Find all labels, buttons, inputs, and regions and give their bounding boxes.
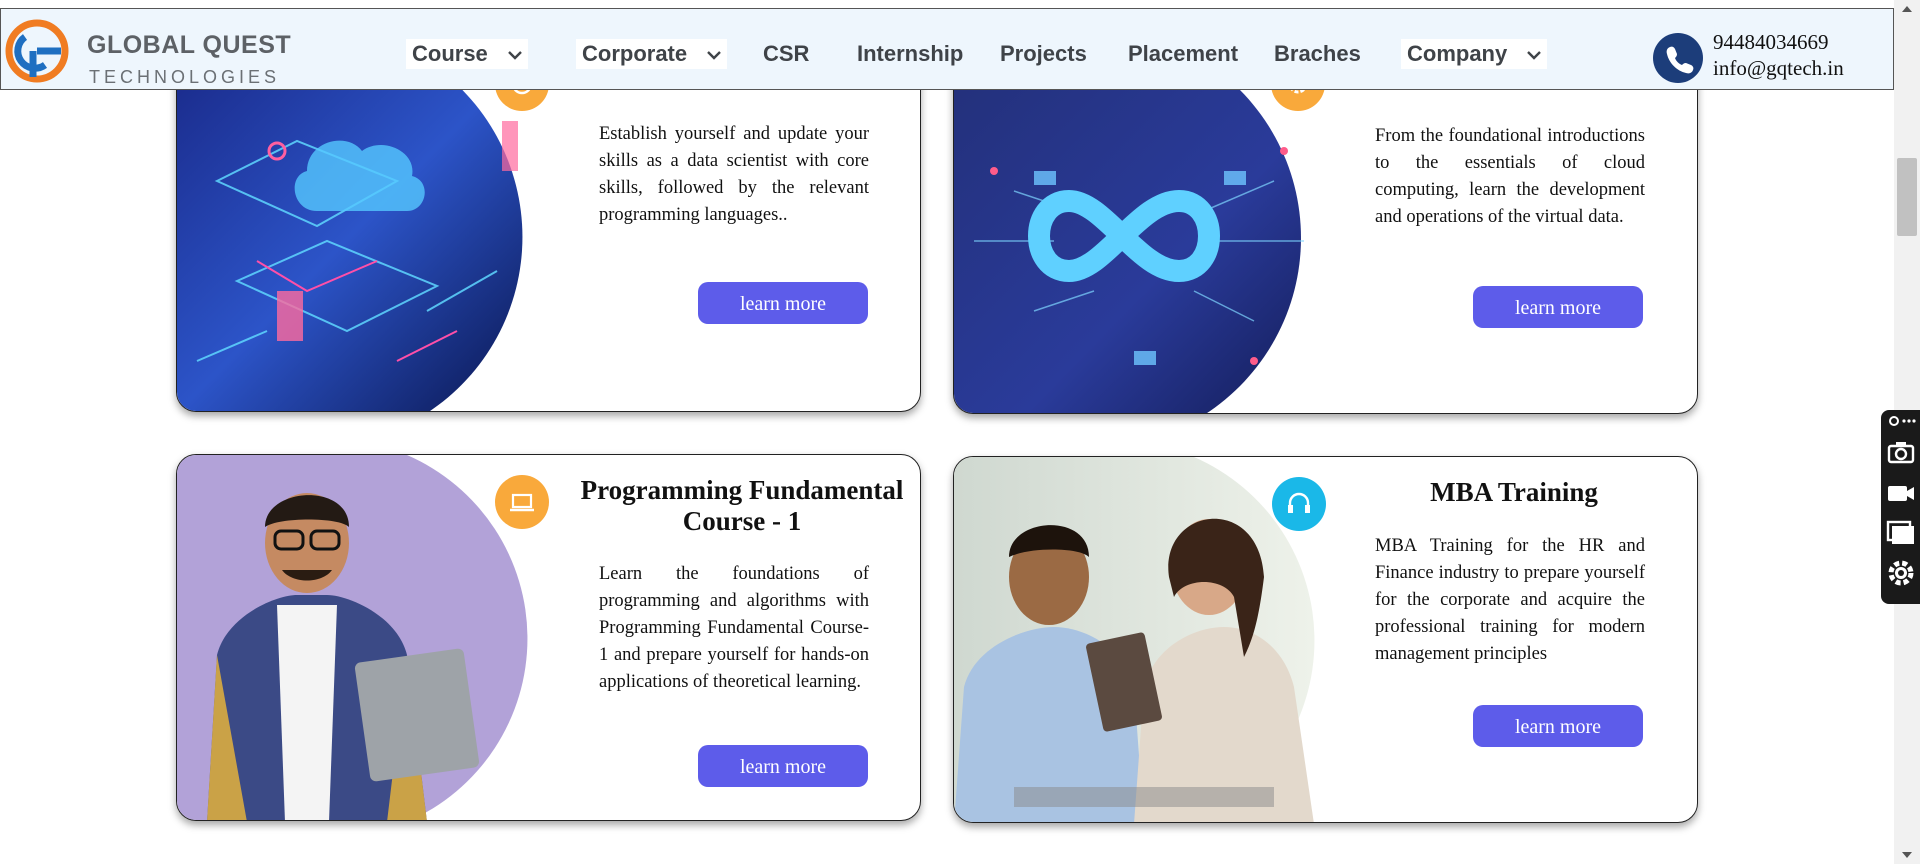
devops-image [954,61,1326,413]
nav-course[interactable]: Course [406,39,528,69]
headset-icon [1272,477,1326,531]
nav-course-label: Course [412,41,488,66]
nav-internship[interactable]: Internship [857,39,963,69]
laptop-book-icon [495,475,549,529]
phone-icon[interactable] [1653,33,1703,83]
course-card-cloud-devops: From the foundational introductions to t… [953,60,1698,414]
chevron-down-icon [508,50,522,60]
nav-company-label: Company [1407,41,1508,66]
nav-placement[interactable]: Placement [1128,39,1238,69]
floating-toolbar [1881,410,1920,604]
contact-email[interactable]: info@gqtech.in [1713,55,1844,81]
contact-phone[interactable]: 94484034669 [1713,29,1844,55]
student-laptop-image [177,455,549,820]
brand-tagline: TECHNOLOGIES [89,67,281,87]
scrollbar-thumb[interactable] [1897,158,1917,236]
nav-projects[interactable]: Projects [1000,39,1087,69]
phone-glyph [1666,46,1694,74]
learn-more-button[interactable]: learn more [698,282,868,324]
logo-mark-icon [5,19,69,83]
contact-info: 94484034669 info@gqtech.in [1713,29,1844,81]
site-header: GLOBAL QUEST TECHNOLOGIES Course Corpora… [0,8,1894,90]
chevron-down-icon [707,50,722,60]
card-description: Learn the foundations of programming and… [599,564,869,692]
card-title: MBA Training [1430,477,1598,507]
nav-company[interactable]: Company [1401,39,1548,69]
learn-more-button[interactable]: learn more [1473,286,1643,328]
student-with-laptop-photo [177,455,528,820]
learn-more-button[interactable]: learn more [698,745,868,787]
scroll-up-arrow-icon[interactable] [1901,4,1913,14]
brand-logo[interactable]: GLOBAL QUEST TECHNOLOGIES [3,17,291,87]
nav-corporate-label: Corporate [582,41,688,66]
video-record-icon[interactable] [1886,478,1916,508]
nav-csr[interactable]: CSR [763,39,809,69]
windows-icon[interactable] [1886,518,1916,548]
screenshot-camera-icon[interactable] [1886,438,1916,468]
data-science-image [177,61,549,411]
cloud-circuit-image [177,61,523,411]
course-card-data-science: Establish yourself and update your skill… [176,60,921,412]
settings-gear-icon[interactable] [1886,558,1916,588]
course-card-mba-training: MBA Training MBA Training for the HR and… [953,456,1698,823]
learn-more-button[interactable]: learn more [1473,705,1643,747]
card-description: MBA Training for the HR and Finance indu… [1375,536,1645,664]
infinity-circuit-image [954,61,1304,413]
nav-braches[interactable]: Braches [1274,39,1361,69]
card-title: Programming Fundamental Course - 1 [580,475,904,536]
card-description: Establish yourself and update your skill… [599,124,869,225]
brand-name: GLOBAL QUEST [87,31,292,59]
chevron-down-icon [1527,50,1542,60]
toolbar-options-icon[interactable] [1886,414,1916,428]
course-card-programming-fundamental: Programming Fundamental Course - 1 Learn… [176,454,921,821]
scroll-down-arrow-icon[interactable] [1901,850,1913,860]
card-description: From the foundational introductions to t… [1375,126,1645,227]
nav-corporate[interactable]: Corporate [576,39,728,69]
mba-meeting-image [954,457,1326,822]
business-meeting-photo [954,457,1315,822]
